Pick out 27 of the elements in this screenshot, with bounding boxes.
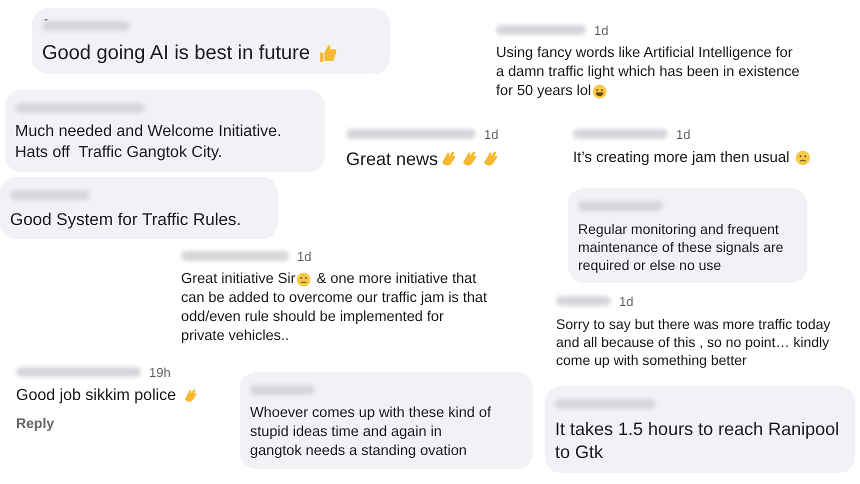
reply-link[interactable]: Reply: [16, 414, 54, 431]
neutral-face-icon: [296, 272, 312, 288]
comment-time: 1d: [676, 126, 690, 142]
comment-text: Good System for Traffic Rules.: [10, 209, 242, 231]
comment-text: can be added to overcome our traffic jam is that odd/even rule should be implemented for private vehicles..: [181, 288, 488, 346]
comment-text: Great initiative Sir: [181, 270, 296, 289]
comment-time: 1d: [297, 248, 312, 264]
laughing-face-icon: [592, 84, 608, 99]
comment-text: & one more initiative that: [316, 270, 476, 289]
blurred-name: [250, 385, 315, 395]
comment-text: Good job sikkim police: [16, 386, 178, 406]
comment-time: 1d: [619, 294, 634, 308]
comment-text: Whoever comes up with these kind of stupid ideas time and again in gangtok needs a standing ovation: [250, 404, 491, 461]
comment-time: 19h: [149, 364, 171, 380]
comment-text: Good going AI is best in future: [42, 41, 311, 66]
comment-text: for 50 years lol: [496, 82, 592, 101]
comment-time: 1d: [484, 126, 498, 142]
comment-text: Much needed and Welcome Initiative. Hats off Traffic Gangtok City.: [15, 122, 282, 163]
comment-text: It’s creating more jam then usual: [573, 148, 790, 168]
comment-text: Sorry to say but there was more traffic today and all because of this , so no point… kindly come up with something better: [556, 315, 830, 370]
sad-face-icon: [794, 150, 810, 166]
comment-text: Great news: [346, 148, 438, 171]
comment-text: Regular monitoring and frequent maintenance of these signals are required or else no use: [578, 220, 784, 275]
comment-time: 1d: [594, 22, 608, 38]
name-prefix: -: [44, 12, 48, 26]
comment-text: It takes 1.5 hours to reach Ranipool to Gtk: [555, 418, 840, 464]
blurred-name: [556, 296, 611, 306]
